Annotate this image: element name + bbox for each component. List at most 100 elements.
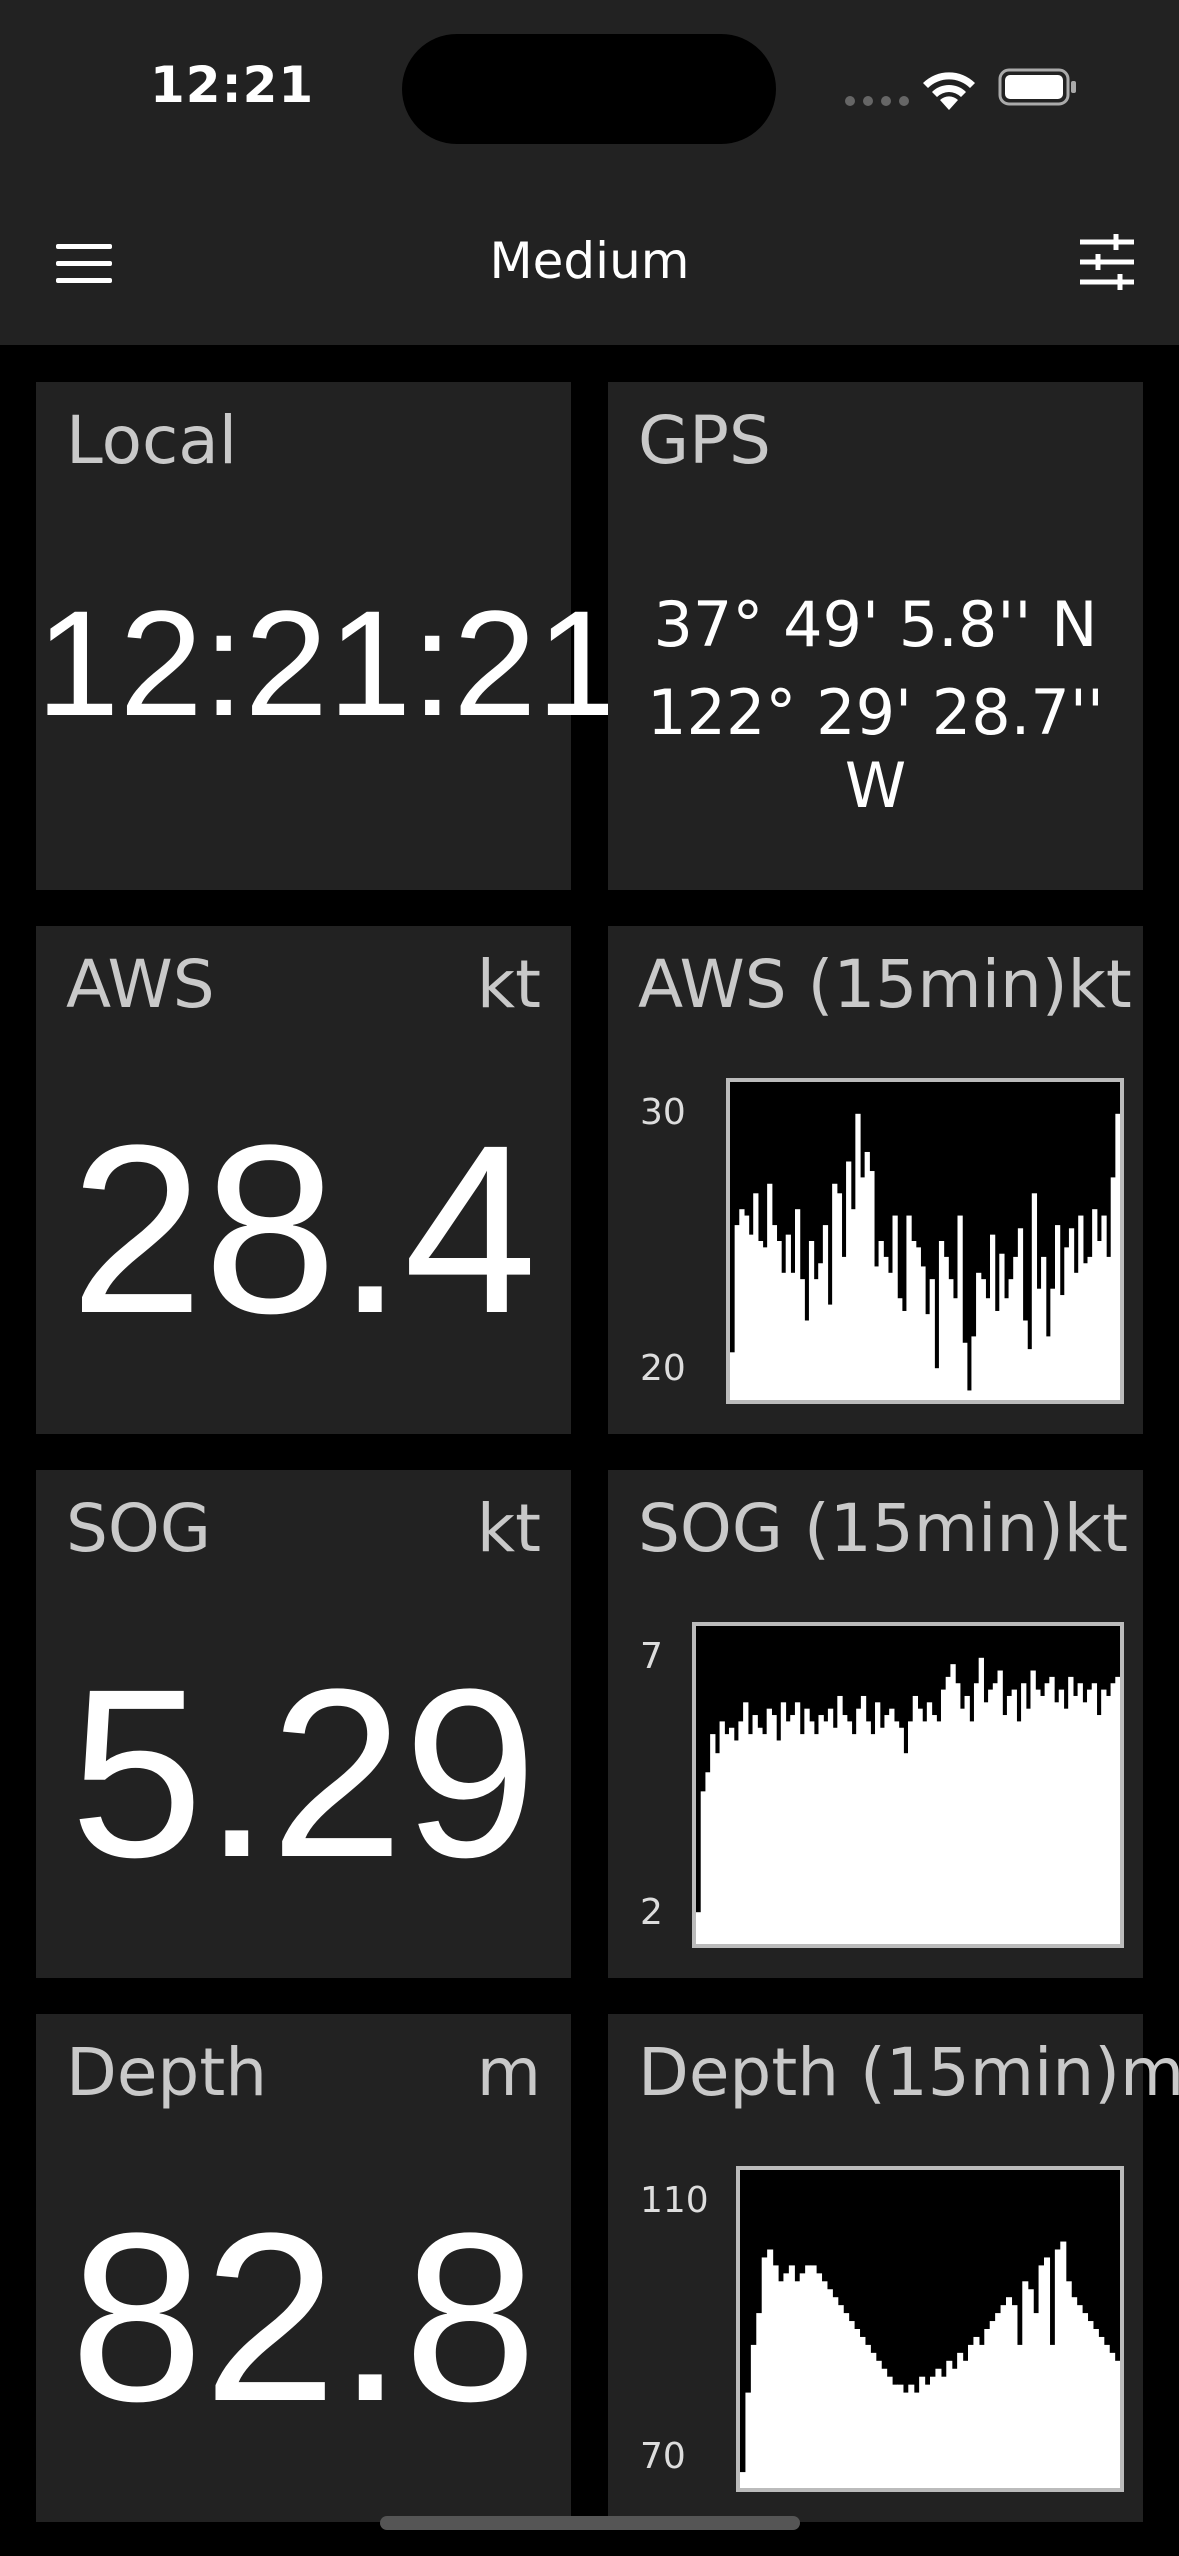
chart-bar (848, 2321, 855, 2488)
chart-bar (1025, 1708, 1032, 1944)
tile-sog[interactable]: SOG kt 5.29 (36, 1470, 571, 1978)
chart-bar (887, 1272, 894, 1400)
chart-bar (971, 1336, 977, 1400)
chart-bar (1031, 1193, 1038, 1400)
chart-bar (952, 1298, 959, 1400)
chart-bar (884, 1715, 890, 1944)
chart-bar (714, 1753, 721, 1944)
chart-bar (1092, 1209, 1098, 1400)
chart-bar (1027, 1349, 1033, 1400)
chart-bar (813, 1279, 819, 1400)
chart-bar (990, 1234, 996, 1400)
chart-bar (950, 1664, 956, 1944)
chart-bar (860, 1177, 866, 1400)
chart-bar (1011, 2305, 1018, 2488)
chart-bar (865, 1721, 871, 1944)
chart-bar (1082, 1702, 1088, 1944)
chart-bar (1022, 2281, 1029, 2488)
chart-bar (1017, 1228, 1024, 1400)
chart-bar (948, 1279, 954, 1400)
tile-aws[interactable]: AWS kt 28.4 (36, 926, 571, 1434)
chart-bar (1027, 2289, 1034, 2488)
chart-bar (799, 1734, 805, 1944)
chart-bar (1049, 1676, 1055, 1944)
chart-bar (869, 1171, 875, 1400)
chart-bar (915, 1247, 921, 1400)
chart-bar (733, 1740, 739, 1944)
chart-bar (850, 1209, 856, 1400)
chart-bar (1013, 1256, 1019, 1400)
chart-bar (870, 2352, 877, 2488)
chart-bar (1050, 1288, 1056, 1400)
chart-bar (785, 1721, 791, 1944)
chart-bar (1033, 2313, 1040, 2488)
chart-bar (930, 2376, 937, 2488)
chart-bar (992, 1683, 999, 1944)
chart-bar (843, 2313, 850, 2488)
tile-depth[interactable]: Depth m 82.8 (36, 2014, 571, 2522)
tile-depth-chart[interactable]: Depth (15min)m 110 70 (608, 2014, 1179, 2522)
tile-unit: kt (476, 946, 541, 1023)
chart-bar (790, 1715, 796, 1944)
chart-bar (906, 1215, 912, 1400)
depth-history-svg (740, 2241, 1120, 2488)
chart-bar (827, 1708, 834, 1944)
chart-bar (860, 1695, 867, 1944)
chart-bar (1016, 2344, 1023, 2488)
chart-bar (864, 2344, 871, 2488)
chart-bar (1073, 1272, 1079, 1400)
chart-bar (1000, 2305, 1007, 2488)
sog-history-chart (692, 1622, 1124, 1948)
chart-bar (816, 2273, 823, 2488)
tile-label: Depth (66, 2034, 268, 2111)
chart-bar (919, 2376, 926, 2488)
chart-bar (1068, 1228, 1075, 1400)
tile-gps[interactable]: GPS 37° 49' 5.8'' N 122° 29' 28.7'' W (608, 382, 1143, 890)
chart-bar (1101, 1689, 1107, 1944)
gps-latitude: 37° 49' 5.8'' N (653, 588, 1098, 661)
chart-bar (945, 1676, 951, 1944)
chart-bar (955, 1683, 961, 1944)
chart-bar (700, 1791, 707, 1944)
chart-bar (728, 1727, 735, 1944)
chart-bar (901, 1310, 908, 1400)
chart-bar (1076, 2305, 1083, 2488)
chart-bar (1064, 1247, 1070, 1400)
tile-label: Depth (15min)m (638, 2034, 1179, 2111)
chart-bar (1055, 1225, 1061, 1400)
chart-bar (794, 1702, 801, 1944)
chart-bar (810, 2265, 817, 2488)
chart-bar (837, 2305, 844, 2488)
chart-bar (940, 2376, 947, 2488)
tile-sog-chart[interactable]: SOG (15min)kt 7 2 (608, 1470, 1143, 1978)
chart-y-min: 70 (640, 2436, 686, 2477)
chart-bar (771, 1715, 777, 1944)
wifi-icon (923, 72, 975, 110)
chart-bar (951, 2368, 958, 2488)
chart-bar (719, 1721, 725, 1944)
chart-bar (837, 1695, 843, 1944)
chart-bar (962, 1342, 968, 1400)
chart-bar (856, 1708, 862, 1944)
chart-bar (1002, 1715, 1008, 1944)
chart-bar (1077, 1683, 1083, 1944)
chart-bar (1105, 1695, 1112, 1944)
chart-bar (743, 1215, 750, 1400)
home-indicator[interactable] (380, 2516, 800, 2530)
chart-bar (878, 1241, 884, 1400)
sog-value: 5.29 (69, 1639, 538, 1907)
chart-bar (1054, 2249, 1061, 2488)
chart-bar (809, 1721, 815, 1944)
chart-bar (902, 2392, 909, 2488)
chart-bar (730, 1352, 736, 1400)
chart-bar (1096, 1715, 1102, 1944)
tile-local-time[interactable]: Local 12:21:21 (36, 382, 620, 890)
depth-value: 82.8 (69, 2183, 538, 2451)
chart-bar (776, 1241, 782, 1400)
chart-bar (1044, 1683, 1050, 1944)
chart-bar (897, 2384, 904, 2488)
settings-sliders-icon[interactable] (1078, 232, 1136, 292)
chart-bar (994, 1310, 1000, 1400)
chart-bar (1091, 1683, 1098, 1944)
tile-aws-chart[interactable]: AWS (15min)kt 30 20 (608, 926, 1143, 1434)
